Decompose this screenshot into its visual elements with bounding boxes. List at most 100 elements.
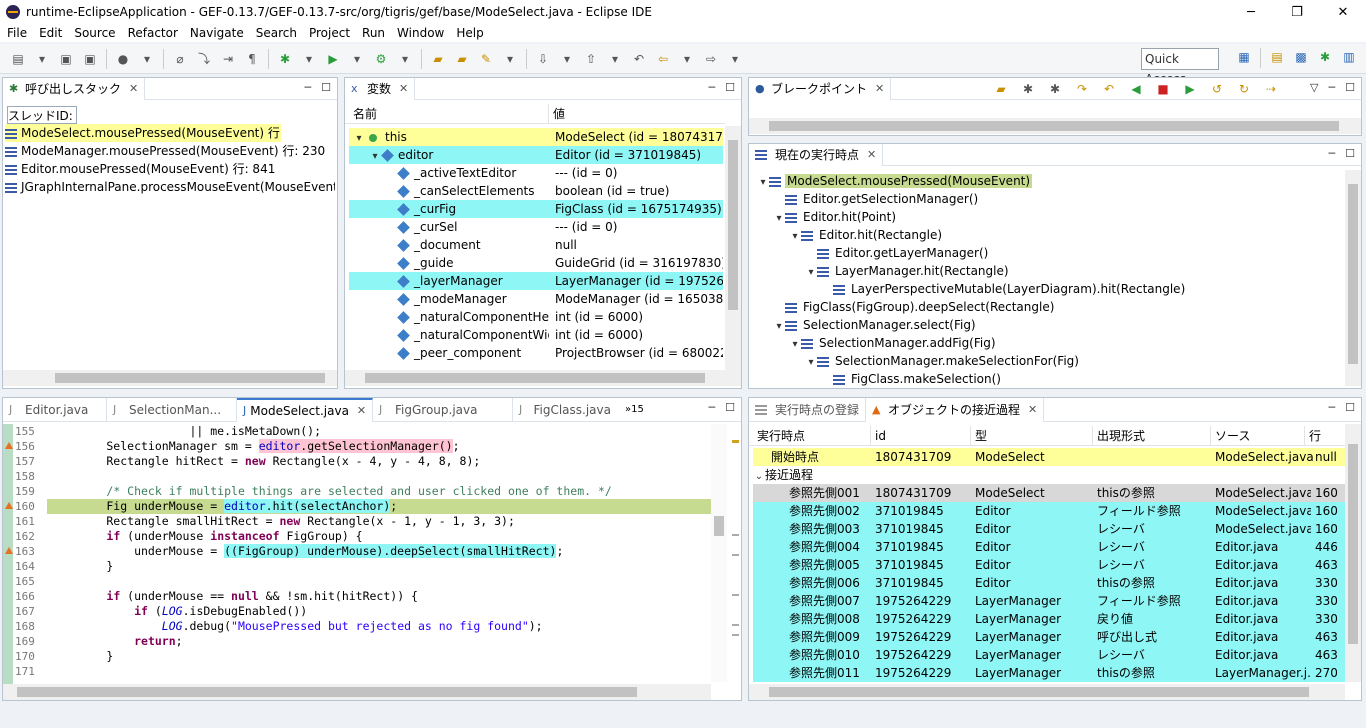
- run-to-line-icon[interactable]: ⇢: [1262, 80, 1280, 98]
- code-line[interactable]: LOG.debug("MousePressed but rejected as …: [51, 619, 543, 634]
- approach-row[interactable]: 参照先側002 371019845 Editor フィールド参照 ModeSelect.…: [753, 502, 1345, 520]
- dropdown-icon[interactable]: ▾: [726, 50, 744, 68]
- variable-row[interactable]: _activeTextEditor --- (id = 0): [349, 164, 723, 182]
- menu-refactor[interactable]: Refactor: [121, 26, 183, 40]
- variable-row[interactable]: _layerManager LayerManager (id = 19752642…: [349, 272, 723, 290]
- close-icon[interactable]: ✕: [867, 148, 876, 161]
- minimize-icon[interactable]: ─: [1329, 81, 1336, 94]
- editor-vscrollbar[interactable]: [711, 424, 727, 682]
- pilcrow-icon[interactable]: ¶: [243, 50, 261, 68]
- code-line[interactable]: }: [51, 649, 113, 664]
- chevron-down-icon[interactable]: ▾: [805, 264, 817, 280]
- open-folder-icon[interactable]: ▰: [453, 50, 471, 68]
- new-icon[interactable]: ▤: [9, 50, 27, 68]
- execution-node[interactable]: LayerPerspectiveMutable(LayerDiagram).hi…: [821, 280, 1341, 298]
- open-perspective-icon[interactable]: ▦: [1235, 48, 1253, 66]
- chevron-down-icon[interactable]: ▾: [773, 318, 785, 334]
- minimize-icon[interactable]: ─: [1329, 147, 1336, 160]
- stack-frame[interactable]: ModeSelect.mousePressed(MouseEvent) 行: 1…: [5, 124, 281, 142]
- column-line[interactable]: 行: [1305, 426, 1345, 445]
- dropdown-icon[interactable]: ▾: [558, 50, 576, 68]
- maximize-icon[interactable]: ☐: [725, 81, 735, 94]
- debug-icon[interactable]: ✱: [276, 50, 294, 68]
- java-perspective-icon[interactable]: ▩: [1292, 48, 1310, 66]
- variable-row[interactable]: _naturalComponentHeig int (id = 6000): [349, 308, 723, 326]
- variables-hscrollbar[interactable]: [345, 370, 741, 386]
- dropdown-icon[interactable]: ▾: [300, 50, 318, 68]
- back-icon[interactable]: ⇦: [654, 50, 672, 68]
- maximize-icon[interactable]: ☐: [1345, 401, 1355, 414]
- column-value[interactable]: 値: [549, 104, 725, 123]
- menu-file[interactable]: File: [0, 26, 32, 40]
- column-type[interactable]: 型: [971, 426, 1093, 445]
- tab-editor-java[interactable]: J Editor.java: [3, 397, 107, 422]
- variable-row[interactable]: _curFig FigClass (id = 1675174935): [349, 200, 723, 218]
- tab-callstack[interactable]: ✱ 呼び出しスタック ✕: [3, 77, 146, 100]
- maximize-button[interactable]: ❐: [1274, 0, 1320, 24]
- maximize-icon[interactable]: ☐: [725, 401, 735, 414]
- step-icon[interactable]: ⇥: [219, 50, 237, 68]
- chevron-down-icon[interactable]: ▾: [353, 130, 365, 146]
- tab-execution-point[interactable]: 現在の実行時点 ✕: [749, 143, 884, 166]
- tab-object-approach[interactable]: ▲ オブジェクトの接近過程 ✕: [866, 397, 1045, 422]
- execution-node[interactable]: FigClass.makeSelection(): [821, 370, 1341, 388]
- menu-run[interactable]: Run: [355, 26, 390, 40]
- search-icon[interactable]: ✎: [477, 50, 495, 68]
- code-line[interactable]: underMouse = ((FigGroup) underMouse).dee…: [51, 544, 563, 559]
- variables-vscrollbar[interactable]: [725, 126, 741, 370]
- chevron-down-icon[interactable]: ▾: [805, 354, 817, 370]
- execution-node[interactable]: ▾ SelectionManager.addFig(Fig): [789, 334, 1341, 352]
- chevron-down-icon[interactable]: ▾: [369, 148, 381, 164]
- stack-frame[interactable]: ModeManager.mousePressed(MouseEvent) 行: …: [5, 142, 337, 160]
- breakpoints-hscrollbar[interactable]: [749, 118, 1361, 134]
- callstack-hscrollbar[interactable]: [3, 370, 337, 386]
- execution-node[interactable]: Editor.getLayerManager(): [805, 244, 1341, 262]
- tab-overflow-button[interactable]: »15: [625, 404, 644, 415]
- approach-row[interactable]: 参照先側004 371019845 Editor レシーバ Editor.java 446: [753, 538, 1345, 556]
- minimize-icon[interactable]: ─: [1329, 401, 1336, 414]
- custom-perspective-icon[interactable]: ▥: [1340, 48, 1358, 66]
- resume-back-icon[interactable]: ◀: [1127, 80, 1145, 98]
- quick-access-input[interactable]: Quick Access: [1141, 48, 1219, 86]
- maximize-icon[interactable]: ☐: [321, 81, 331, 94]
- approach-hscrollbar[interactable]: [749, 684, 1345, 700]
- step-over-icon[interactable]: ↶: [1100, 80, 1118, 98]
- run-icon[interactable]: ▶: [324, 50, 342, 68]
- variable-row[interactable]: _document null: [349, 236, 723, 254]
- variable-row[interactable]: _modeManager ModeManager (id = 1650384942: [349, 290, 723, 308]
- close-icon[interactable]: ✕: [129, 82, 138, 95]
- resume-icon[interactable]: ▶: [1181, 80, 1199, 98]
- stack-frame[interactable]: Editor.mousePressed(MouseEvent) 行: 841: [5, 160, 337, 178]
- dropdown-icon[interactable]: ▾: [501, 50, 519, 68]
- tab-breakpoints[interactable]: ● ブレークポイント ✕: [749, 77, 892, 100]
- code-line[interactable]: || me.isMetaDown();: [51, 424, 321, 439]
- variable-row[interactable]: _naturalComponentWidt int (id = 6000): [349, 326, 723, 344]
- code-line[interactable]: return;: [51, 634, 182, 649]
- menu-window[interactable]: Window: [390, 26, 449, 40]
- dropdown-icon[interactable]: ▾: [678, 50, 696, 68]
- approach-row[interactable]: 参照先側008 1975264229 LayerManager 戻り値 Editor.j…: [753, 610, 1345, 628]
- code-line[interactable]: Rectangle smallHitRect = new Rectangle(x…: [51, 514, 515, 529]
- approach-row[interactable]: 参照先側003 371019845 Editor レシーバ ModeSelect.jav…: [753, 520, 1345, 538]
- approach-row[interactable]: 参照先側010 1975264229 LayerManager レシーバ Editor.…: [753, 646, 1345, 664]
- debug-perspective-icon[interactable]: ✱: [1316, 48, 1334, 66]
- dropdown-icon[interactable]: ▾: [138, 50, 156, 68]
- dropdown-icon[interactable]: ▾: [33, 50, 51, 68]
- open-icon[interactable]: ▰: [992, 80, 1010, 98]
- user-icon[interactable]: ●: [114, 50, 132, 68]
- execution-node[interactable]: ▾ Editor.hit(Point): [773, 208, 1341, 226]
- prev-annotation-icon[interactable]: ⇧: [582, 50, 600, 68]
- drop-frame-icon[interactable]: ⤵: [195, 50, 213, 68]
- column-source[interactable]: ソース: [1211, 426, 1305, 445]
- save-all-icon[interactable]: ▣: [81, 50, 99, 68]
- maximize-icon[interactable]: ☐: [1345, 147, 1355, 160]
- tab-variables[interactable]: x 変数 ✕: [345, 77, 416, 100]
- close-icon[interactable]: ✕: [875, 82, 884, 95]
- bug-icon[interactable]: ✱: [1046, 80, 1064, 98]
- stop-icon[interactable]: ■: [1154, 80, 1172, 98]
- column-exec-point[interactable]: 実行時点: [753, 426, 871, 445]
- chevron-down-icon[interactable]: ⌄: [753, 468, 765, 484]
- menu-navigate[interactable]: Navigate: [183, 26, 249, 40]
- chevron-down-icon[interactable]: ▾: [773, 210, 785, 226]
- menu-edit[interactable]: Edit: [32, 26, 67, 40]
